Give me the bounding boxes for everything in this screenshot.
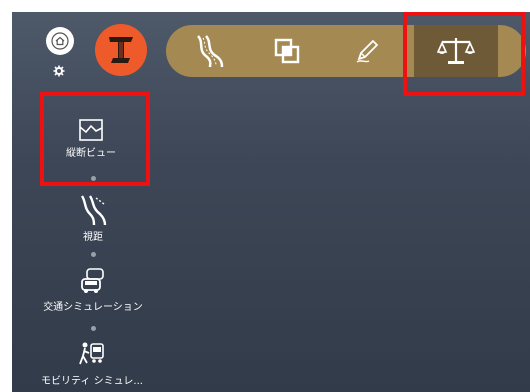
tool-pencil[interactable]	[336, 25, 398, 77]
road-icon	[197, 35, 224, 68]
app-logo[interactable]	[95, 24, 147, 76]
toolbar-highlight-box	[403, 12, 525, 96]
top-strip	[0, 0, 530, 12]
sidebar-item-label: モビリティ シミュレ...	[41, 376, 143, 387]
tool-road[interactable]	[180, 25, 242, 77]
sidebar-item-traffic-simulation[interactable]: 交通シミュレーション	[28, 266, 158, 313]
sidebar-item-label: 交通シミュレーション	[43, 302, 143, 313]
sidebar-item-mobility-simulation[interactable]: モビリティ シミュレ...	[22, 340, 162, 387]
home-button[interactable]	[46, 27, 74, 55]
sidebar-item-sight-distance[interactable]: 視距	[68, 194, 118, 243]
overlay-icon	[274, 38, 300, 64]
traffic-icon	[81, 268, 104, 293]
separator-dot	[91, 176, 96, 181]
home-icon	[51, 32, 69, 50]
separator-dot	[91, 326, 96, 331]
settings-button[interactable]	[52, 64, 66, 78]
logo-icon	[109, 37, 133, 63]
pencil-icon	[356, 39, 379, 63]
sight-distance-icon	[80, 195, 107, 226]
separator-dot	[91, 252, 96, 257]
left-margin	[0, 0, 12, 392]
gear-icon	[53, 65, 65, 77]
mobility-icon	[79, 342, 104, 365]
sidebar-item-label: 視距	[83, 232, 103, 243]
sidebar-highlight-box	[40, 92, 150, 186]
tool-overlay[interactable]	[256, 25, 318, 77]
